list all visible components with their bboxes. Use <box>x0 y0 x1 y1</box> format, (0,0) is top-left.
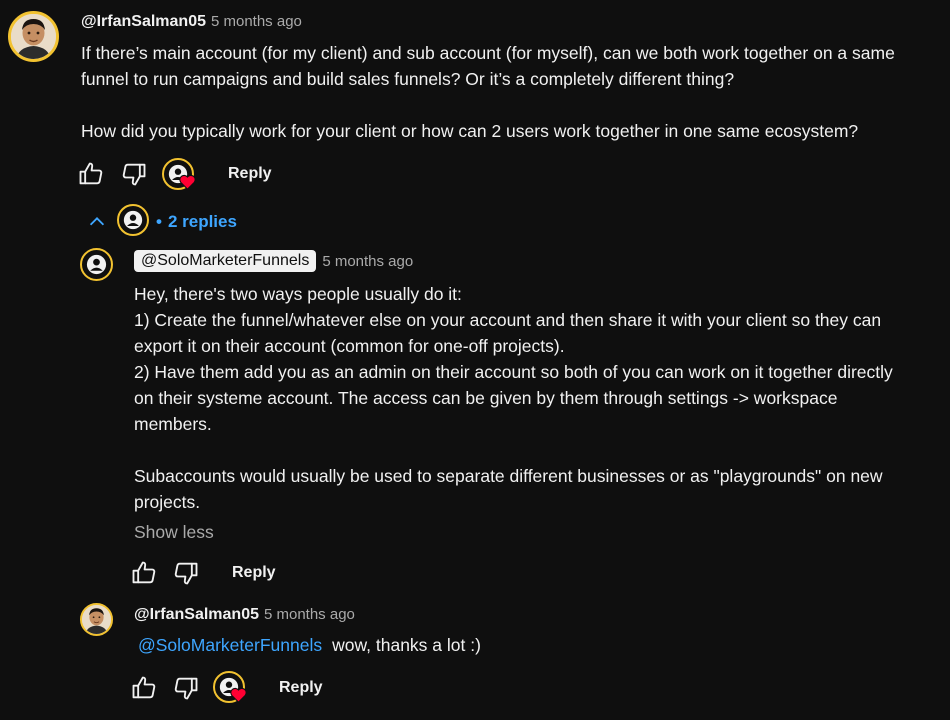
reply-button[interactable]: Reply <box>228 165 272 183</box>
dislike-icon <box>122 163 146 186</box>
reply1-dislike-button[interactable] <box>172 559 200 587</box>
reply1-avatar[interactable] <box>80 248 113 281</box>
like-icon <box>132 561 156 584</box>
chevron-up-icon <box>89 217 105 226</box>
reply2-creator-heart-badge <box>213 671 249 705</box>
dislike-icon <box>174 562 198 585</box>
creator-heart-icon <box>230 687 247 703</box>
reply1-like-button[interactable] <box>130 559 158 587</box>
reply2-author[interactable]: @IrfanSalman05 <box>134 606 259 624</box>
replier-avatar-mini <box>117 204 149 236</box>
reply1-timestamp[interactable]: 5 months ago <box>322 253 413 270</box>
dislike-icon <box>174 677 198 700</box>
show-less-button[interactable]: Show less <box>134 522 214 543</box>
reply2-text: wow, thanks a lot :) <box>332 635 481 655</box>
reply1-reply-button[interactable]: Reply <box>232 564 276 582</box>
reply2-like-button[interactable] <box>130 674 158 702</box>
commenter-avatar[interactable] <box>8 11 59 62</box>
reply2-timestamp[interactable]: 5 months ago <box>264 606 355 623</box>
reply1-text: Hey, there's two ways people usually do … <box>134 284 893 512</box>
replies-count-link[interactable]: 2 replies <box>168 212 237 232</box>
reply2-reply-button[interactable]: Reply <box>279 679 323 697</box>
account-icon <box>86 254 107 275</box>
like-button[interactable] <box>77 160 105 188</box>
replies-bullet: • <box>156 212 162 231</box>
comment-timestamp[interactable]: 5 months ago <box>211 13 302 30</box>
account-icon <box>123 210 143 230</box>
collapse-replies-button[interactable] <box>86 211 108 233</box>
creator-heart-icon <box>179 174 196 190</box>
comment-author[interactable]: @IrfanSalman05 <box>81 13 206 31</box>
dislike-button[interactable] <box>120 160 148 188</box>
comment-text: If there’s main account (for my client) … <box>81 43 895 141</box>
reply2-dislike-button[interactable] <box>172 674 200 702</box>
like-icon <box>132 676 156 699</box>
like-icon <box>79 162 103 185</box>
reply2-mention-link[interactable]: @SoloMarketerFunnels <box>138 635 322 656</box>
reply1-author-chip[interactable]: @SoloMarketerFunnels <box>134 250 317 272</box>
creator-heart-badge <box>162 158 198 192</box>
reply2-avatar[interactable] <box>80 603 113 636</box>
